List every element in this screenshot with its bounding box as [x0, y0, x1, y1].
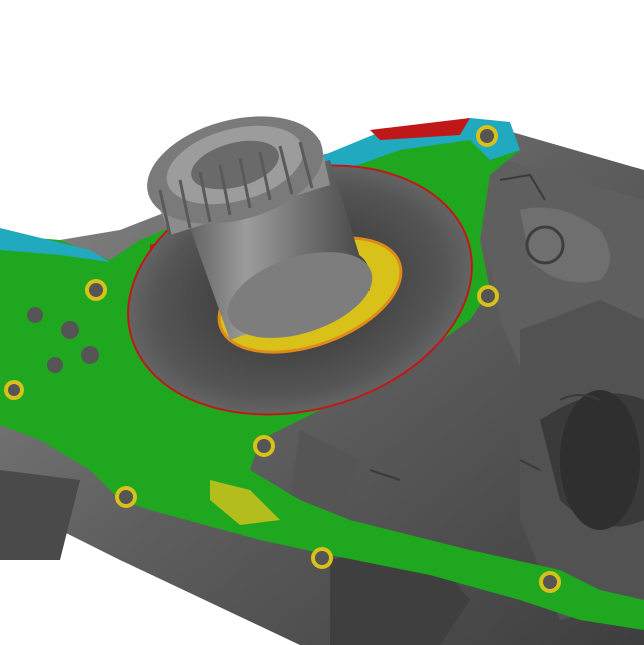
- bolt-hole: [115, 486, 137, 508]
- bolt-hole: [85, 279, 107, 301]
- bolt-hole: [539, 571, 561, 593]
- 3d-scan-viewport[interactable]: [0, 0, 644, 645]
- bolt-hole: [476, 125, 498, 147]
- bolt-hole: [253, 435, 275, 457]
- bolt-hole: [311, 547, 333, 569]
- bolt-hole: [477, 285, 499, 307]
- deviation-scan-render: [0, 116, 644, 645]
- bolt-hole: [4, 380, 24, 400]
